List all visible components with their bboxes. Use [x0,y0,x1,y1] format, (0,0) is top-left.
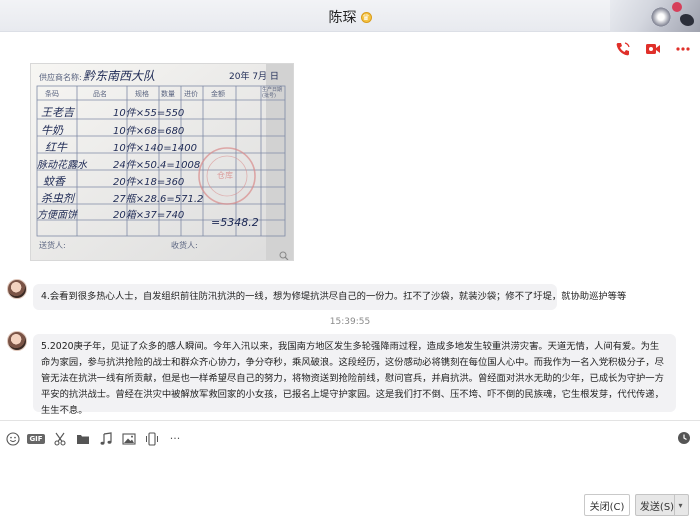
receipt-calc: 10件×68=680 [113,126,185,137]
close-button[interactable]: 关闭(C) [584,494,630,516]
chat-window: 陈琛 ♛ 供应商名称: 黔东南西大队 20年 7月 日 条码 品名 规格 数量 … [0,0,700,525]
message-text: 4.会看到很多热心人士，自发组织前往防汛抗洪的一线，想为修堤抗洪尽自己的一份力。… [41,291,627,302]
video-call-icon[interactable] [644,40,662,58]
skin-decoration [610,0,700,32]
input-toolbar: GIF ··· [5,431,183,446]
image-icon[interactable] [121,431,136,446]
message-input[interactable] [0,452,700,490]
message-bubble[interactable]: 5.2020庚子年，见证了众多的感人瞬间。今年入汛以来，我国南方地区发生多轮强降… [33,334,676,416]
message-history-icon[interactable] [677,430,692,445]
music-icon[interactable] [98,431,113,446]
receipt-col-spec: 规格 [135,90,149,98]
receipt-col-name: 品名 [93,90,107,98]
receipt-calc: 20件×18=360 [113,177,185,188]
receipt-col-barcode: 条码 [45,90,59,98]
chevron-down-icon: ▾ [678,500,683,510]
receipt-item: 红牛 [45,141,67,154]
receipt-total: =5348.2 [211,216,259,229]
receipt-calc: 24件×50.4=1008 [113,160,201,171]
receipt-col-qty: 数量 [161,90,175,98]
receipt-header-label: 供应商名称: [39,73,82,82]
shake-icon[interactable] [144,431,159,446]
folder-icon[interactable] [75,431,90,446]
message-timestamp: 15:39:55 [329,317,371,327]
more-icon[interactable] [674,40,692,58]
receipt-calc: 27瓶×28.6=571.2 [113,194,204,205]
send-button[interactable]: 发送(S) ▾ [635,494,689,516]
receipt-item: 蚊香 [43,175,65,188]
title-bar[interactable]: 陈琛 ♛ [0,0,700,32]
input-divider [0,420,700,421]
receipt-footer-right: 收货人: [171,241,198,250]
receipt-item: 脉动花露水 [37,160,87,171]
contact-name[interactable]: 陈琛 [329,10,357,26]
receipt-photo[interactable]: 供应商名称: 黔东南西大队 20年 7月 日 条码 品名 规格 数量 进价 金额… [30,63,294,261]
phone-icon[interactable] [614,40,632,58]
gif-icon[interactable]: GIF [27,431,45,446]
receipt-footer-left: 送货人: [39,241,66,250]
avatar[interactable] [7,279,27,299]
scissors-icon[interactable] [52,431,67,446]
avatar[interactable] [7,331,27,351]
chat-actions [614,40,692,58]
more-tools-icon[interactable]: ··· [167,431,183,446]
emoji-icon[interactable] [5,431,20,446]
receipt-col-price: 进价 [184,90,198,98]
receipt-col-amount: 金额 [211,90,225,98]
receipt-item: 杀虫剂 [41,192,74,205]
receipt-calc: 20箱×37=740 [113,210,185,221]
receipt-item: 王老吉 [41,106,74,119]
message-input-area [0,452,700,490]
vip-badge-icon: ♛ [360,11,372,23]
receipt-stamp-text: 仓库 [217,171,233,180]
receipt-date: 20年 7月 日 [229,72,279,82]
receipt-calc: 10件×55=550 [113,108,185,119]
zoom-icon[interactable] [279,246,289,260]
send-options-dropdown[interactable]: ▾ [674,495,686,515]
message-bubble[interactable]: 4.会看到很多热心人士，自发组织前往防汛抗洪的一线，想为修堤抗洪尽自己的一份力。… [33,284,626,310]
message-text: 5.2020庚子年，见证了众多的感人瞬间。今年入汛以来，我国南方地区发生多轮强降… [41,341,664,416]
receipt-calc: 10件×140=1400 [113,143,198,154]
message-list[interactable]: 供应商名称: 黔东南西大队 20年 7月 日 条码 品名 规格 数量 进价 金额… [0,60,700,416]
receipt-col-date: 生产日期(批号) [262,87,283,99]
receipt-handwritten-name: 黔东南西大队 [83,69,156,83]
receipt-item: 方便面饼 [37,210,77,221]
receipt-item: 牛奶 [41,124,63,137]
